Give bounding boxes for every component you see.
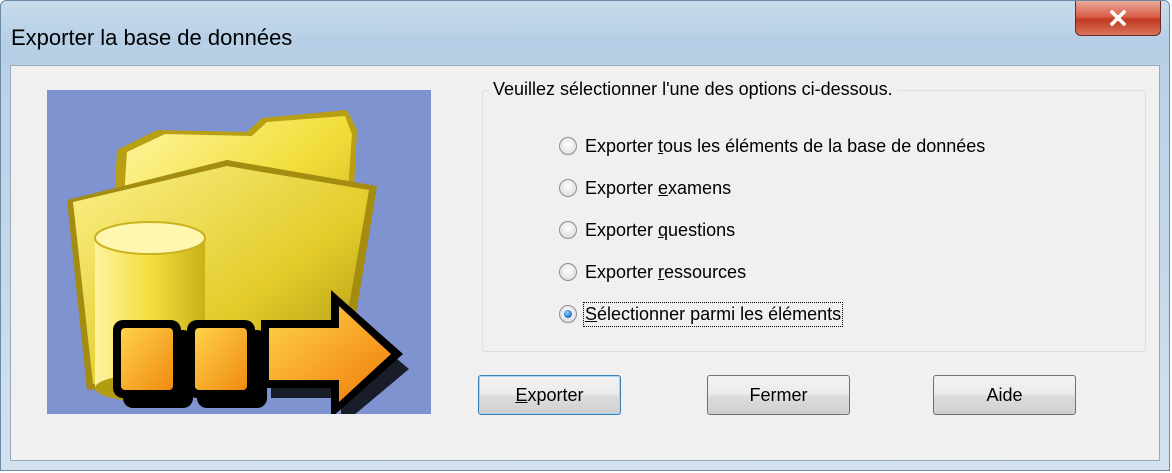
option-export-exams[interactable]: Exporter examens xyxy=(559,175,731,201)
label-text: Exporter xyxy=(585,219,659,240)
label-text: xamens xyxy=(668,177,732,198)
export-illustration xyxy=(47,90,431,414)
window-title: Exporter la base de données xyxy=(11,25,293,50)
option-export-resources[interactable]: Exporter ressources xyxy=(559,259,746,285)
folder-database-export-icon xyxy=(67,110,409,414)
label-text: Exporter xyxy=(585,135,659,156)
mnemonic: q xyxy=(658,219,669,240)
label-text: essources xyxy=(664,261,747,282)
label-text: uestions xyxy=(668,219,736,240)
help-button[interactable]: Aide xyxy=(933,375,1076,415)
radio-export-questions[interactable] xyxy=(559,221,577,239)
option-label: Exporter questions xyxy=(585,220,735,241)
option-label: Exporter tous les éléments de la base de… xyxy=(585,136,985,157)
radio-select-elements[interactable] xyxy=(559,305,577,323)
radio-export-resources[interactable] xyxy=(559,263,577,281)
label-text: Exporter xyxy=(585,177,659,198)
title-bar[interactable]: Exporter la base de données xyxy=(1,1,1169,65)
option-export-questions[interactable]: Exporter questions xyxy=(559,217,735,243)
group-legend: Veuillez sélectionner l'une des options … xyxy=(489,79,897,100)
close-button[interactable]: Fermer xyxy=(707,375,850,415)
label-text: électionner parmi les éléments xyxy=(597,303,842,324)
option-label: Exporter ressources xyxy=(585,262,746,283)
radio-export-all[interactable] xyxy=(559,137,577,155)
option-label: Exporter examens xyxy=(585,178,731,199)
dialog-client-area: Veuillez sélectionner l'une des options … xyxy=(10,65,1160,461)
mnemonic: S xyxy=(585,303,598,324)
option-label: Sélectionner parmi les éléments xyxy=(582,301,844,327)
radio-export-exams[interactable] xyxy=(559,179,577,197)
option-export-all[interactable]: Exporter tous les éléments de la base de… xyxy=(559,133,985,159)
label-text: Exporter xyxy=(585,261,659,282)
export-button[interactable]: Exporter xyxy=(478,375,621,415)
option-select-elements[interactable]: Sélectionner parmi les éléments xyxy=(559,301,844,327)
label-text: ous les éléments de la base de données xyxy=(663,135,986,156)
button-label: xporter xyxy=(527,384,584,405)
mnemonic: e xyxy=(658,177,669,198)
export-options-group: Veuillez sélectionner l'une des options … xyxy=(482,79,1146,352)
close-window-button[interactable] xyxy=(1075,1,1161,36)
mnemonic: E xyxy=(515,384,528,405)
close-icon xyxy=(1110,10,1126,26)
export-database-dialog: Exporter la base de données Veuillez sél… xyxy=(0,0,1170,471)
